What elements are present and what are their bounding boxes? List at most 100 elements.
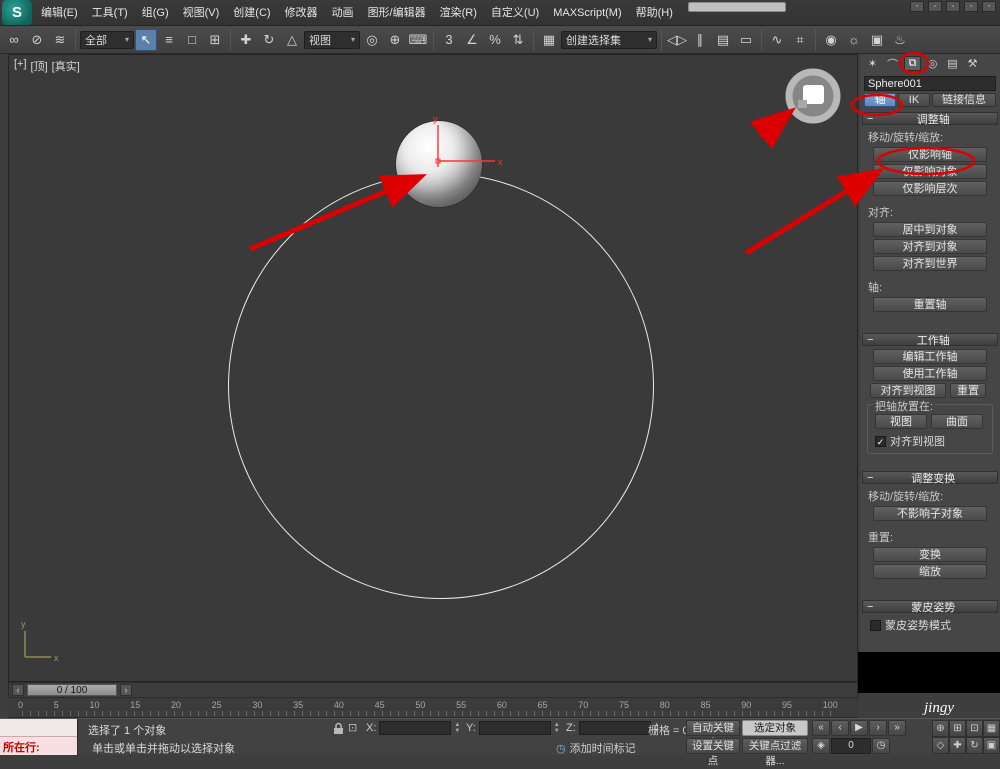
edit-named-selection-sets-icon[interactable]: ▦ <box>538 29 560 51</box>
zoom-icon[interactable]: ⊕ <box>932 720 949 737</box>
titlebar-help-icon[interactable]: ▫ <box>982 1 996 12</box>
next-key-button[interactable]: › <box>120 684 132 696</box>
time-slider-track[interactable]: ‹ 0 / 100 › <box>8 682 858 698</box>
edit-working-pivot-button[interactable]: 编辑工作轴 <box>873 349 987 364</box>
align-to-object-button[interactable]: 对齐到对象 <box>873 239 987 254</box>
affect-pivot-only-button[interactable]: 仅影响轴 <box>873 147 987 162</box>
motion-tab-icon[interactable]: ◎ <box>924 56 941 71</box>
go-to-end-button[interactable]: » <box>888 720 906 736</box>
orbit-icon[interactable]: ↻ <box>966 737 983 754</box>
select-by-name-icon[interactable]: ≡ <box>158 29 180 51</box>
material-editor-icon[interactable]: ◉ <box>820 29 842 51</box>
key-mode-toggle[interactable]: ◈ <box>812 738 830 754</box>
add-time-tag[interactable]: ◷ 添加时间标记 <box>556 740 636 756</box>
key-filters-button[interactable]: 关键点过滤器... <box>742 738 808 767</box>
current-frame-field[interactable]: 0 <box>831 738 871 754</box>
ik-subtab[interactable]: IK <box>898 93 930 107</box>
menu-item[interactable]: 创建(C) <box>226 0 277 26</box>
listener-macro-line[interactable] <box>0 719 77 737</box>
menu-item[interactable]: 组(G) <box>135 0 176 26</box>
affect-object-only-button[interactable]: 仅影响对象 <box>873 164 987 179</box>
modify-tab-icon[interactable]: ⌒ <box>884 56 901 71</box>
create-tab-icon[interactable]: ✶ <box>864 56 881 71</box>
viewport-menu-label[interactable]: [+] <box>14 58 27 74</box>
rectangular-selection-region-icon[interactable]: □ <box>181 29 203 51</box>
zoom-extents-icon[interactable]: ⊡ <box>966 720 983 737</box>
adjust-pivot-rollout-header[interactable]: − 调整轴 <box>862 112 998 126</box>
angle-snap-icon[interactable]: ∠ <box>461 29 483 51</box>
align-icon[interactable]: ∥ <box>689 29 711 51</box>
y-spinner[interactable]: ▲ ▼ <box>554 722 560 734</box>
titlebar-window-icon[interactable]: ▫ <box>928 1 942 12</box>
use-working-pivot-button[interactable]: 使用工作轴 <box>873 366 987 381</box>
link-info-subtab[interactable]: 链接信息 <box>932 93 996 107</box>
rendered-frame-window-icon[interactable]: ▣ <box>866 29 888 51</box>
workspace-selector[interactable] <box>688 2 786 12</box>
align-to-view-checkbox[interactable]: ✓ <box>875 435 886 447</box>
render-production-icon[interactable]: ♨ <box>889 29 911 51</box>
x-spinner[interactable]: ▲ ▼ <box>454 722 460 734</box>
menu-item[interactable]: 编辑(E) <box>34 0 85 26</box>
select-and-move-icon[interactable]: ✚ <box>235 29 257 51</box>
schematic-view-icon[interactable]: ⌗ <box>789 29 811 51</box>
go-to-start-button[interactable]: « <box>812 720 830 736</box>
menu-item[interactable]: 帮助(H) <box>629 0 680 26</box>
titlebar-grid-icon[interactable]: ▫ <box>964 1 978 12</box>
reference-coordinate-dropdown[interactable]: 视图 ▾ <box>304 30 360 49</box>
render-setup-icon[interactable]: ☼ <box>843 29 865 51</box>
use-pivot-point-center-icon[interactable]: ◎ <box>361 29 383 51</box>
previous-frame-button[interactable]: ‹ <box>831 720 849 736</box>
menu-item[interactable]: 修改器 <box>278 0 325 26</box>
reset-transform-button[interactable]: 变换 <box>873 547 987 562</box>
select-and-manipulate-icon[interactable]: ⊕ <box>384 29 406 51</box>
menu-item[interactable]: 动画 <box>325 0 361 26</box>
select-and-link-icon[interactable]: ∞ <box>3 29 25 51</box>
unlink-selection-icon[interactable]: ⊘ <box>26 29 48 51</box>
reset-pivot-button[interactable]: 重置轴 <box>873 297 987 312</box>
display-tab-icon[interactable]: ▤ <box>944 56 961 71</box>
x-coordinate-input[interactable] <box>379 721 452 735</box>
select-and-rotate-icon[interactable]: ↻ <box>258 29 280 51</box>
menu-item[interactable]: MAXScript(M) <box>546 0 628 26</box>
set-key-button[interactable]: 设置关键点 <box>686 738 740 767</box>
selection-lock-icon[interactable] <box>332 722 345 735</box>
selection-filter-dropdown[interactable]: 全部 ▾ <box>80 30 134 49</box>
select-and-scale-icon[interactable]: △ <box>281 29 303 51</box>
menu-item[interactable]: 渲染(R) <box>433 0 484 26</box>
place-in-view-button[interactable]: 视图 <box>875 414 927 429</box>
ribbon-toggle-icon[interactable]: ▭ <box>735 29 757 51</box>
z-coordinate-input[interactable] <box>578 721 651 735</box>
titlebar-panel-icon[interactable]: ▫ <box>946 1 960 12</box>
select-object-icon[interactable]: ↖ <box>135 28 157 51</box>
align-to-world-button[interactable]: 对齐到世界 <box>873 256 987 271</box>
spinner-snap-icon[interactable]: ⇅ <box>507 29 529 51</box>
menu-item[interactable]: 自定义(U) <box>484 0 546 26</box>
window-crossing-icon[interactable]: ⊞ <box>204 29 226 51</box>
app-logo[interactable]: S <box>2 0 32 25</box>
next-frame-button[interactable]: › <box>869 720 887 736</box>
dont-affect-children-button[interactable]: 不影响子对象 <box>873 506 987 521</box>
selection-set-dropdown[interactable]: 选定对象 <box>742 720 808 736</box>
reset-button[interactable]: 重置 <box>950 383 986 398</box>
utilities-tab-icon[interactable]: ⚒ <box>964 56 981 71</box>
menu-item[interactable]: 工具(T) <box>85 0 135 26</box>
align-to-view-button[interactable]: 对齐到视图 <box>870 383 946 398</box>
hierarchy-tab-icon[interactable]: ⧉ <box>904 56 921 71</box>
curve-editor-icon[interactable]: ∿ <box>766 29 788 51</box>
layer-manager-icon[interactable]: ▤ <box>712 29 734 51</box>
play-button[interactable]: ▶ <box>850 720 868 736</box>
menu-item[interactable]: 视图(V) <box>176 0 227 26</box>
menu-item[interactable]: 图形/编辑器 <box>361 0 433 26</box>
listener-script-line[interactable]: 所在行: <box>0 737 77 755</box>
titlebar-layout-icon[interactable]: ▫ <box>910 1 924 12</box>
named-selection-sets-combo[interactable]: 创建选择集 ▾ <box>561 30 657 49</box>
time-slider-handle[interactable]: 0 / 100 <box>27 684 117 696</box>
viewport-top[interactable]: [+] [顶] [真实] y x x y <box>8 54 858 682</box>
snaps-toggle-icon[interactable]: 3 <box>438 29 460 51</box>
bind-to-space-warp-icon[interactable]: ≋ <box>49 29 71 51</box>
viewport-pov-label[interactable]: [顶] <box>31 58 48 74</box>
center-to-object-button[interactable]: 居中到对象 <box>873 222 987 237</box>
pivot-subtab[interactable]: 轴 <box>864 93 896 107</box>
field-of-view-icon[interactable]: ◇ <box>932 737 949 754</box>
mirror-icon[interactable]: ◁▷ <box>666 29 688 51</box>
